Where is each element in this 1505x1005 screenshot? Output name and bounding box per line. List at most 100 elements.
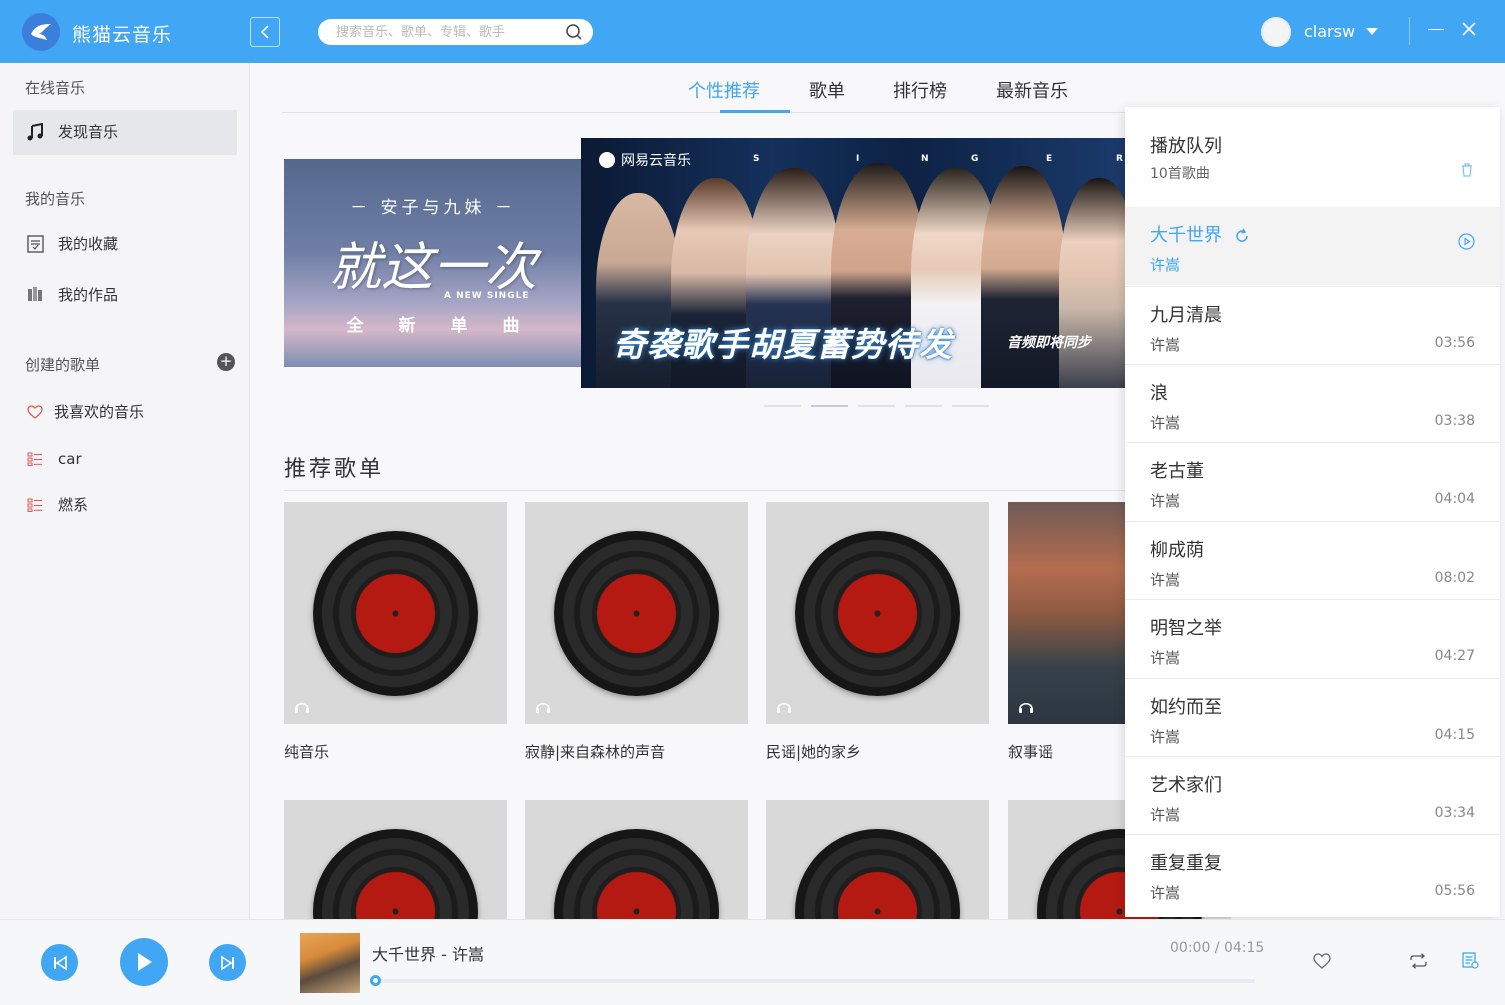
queue-count: 10首歌曲 <box>1150 166 1210 182</box>
queue-item[interactable]: 九月清晨 许嵩 03:56 <box>1125 286 1500 364</box>
queue-item[interactable]: 重复重复 许嵩 05:56 <box>1125 834 1500 912</box>
now-playing-cover[interactable] <box>300 933 360 993</box>
sidebar-item-liked[interactable]: 我喜欢的音乐 <box>25 401 144 422</box>
playlist-name[interactable]: 寂静|来自森林的声音 <box>525 741 748 762</box>
sidebar-item-works[interactable]: 我的作品 <box>25 284 118 305</box>
tab-playlists[interactable]: 歌单 <box>809 77 845 103</box>
sidebar-item-burning[interactable]: 燃系 <box>25 494 88 515</box>
queue-duration: 04:04 <box>1434 491 1475 507</box>
queue-item[interactable]: 艺术家们 许嵩 03:34 <box>1125 756 1500 834</box>
banner-slide-prev[interactable]: － 安子与九妹 － 就这一次 A NEW SINGLE 全新单曲 <box>284 159 582 367</box>
section-created: 创建的歌单 <box>25 356 101 374</box>
play-button[interactable] <box>120 938 168 986</box>
playlist-name[interactable]: 纯音乐 <box>284 741 507 762</box>
caret-down-icon[interactable] <box>1366 28 1378 36</box>
playlist-cover[interactable] <box>525 800 748 919</box>
sidebar: 在线音乐 发现音乐 我的音乐 我的收藏 我的作品 创建的歌单 + 我喜欢的音乐 … <box>0 63 250 919</box>
queue-icon[interactable] <box>1462 952 1479 969</box>
sidebar-item-label: 我的收藏 <box>58 235 119 253</box>
playlist-cover[interactable] <box>284 800 507 919</box>
banner-person <box>981 166 1066 388</box>
playback-time: 00:00 / 04:15 <box>1170 940 1265 956</box>
playlist-card[interactable]: 民谣|她的家乡 <box>766 502 989 762</box>
play-circle-icon[interactable] <box>1458 233 1475 250</box>
banner-letter: I <box>856 154 860 164</box>
queue-item[interactable]: 浪 许嵩 03:38 <box>1125 364 1500 442</box>
headphone-icon <box>536 702 550 713</box>
plus-icon[interactable]: + <box>217 353 235 371</box>
sidebar-item-discover[interactable]: 发现音乐 <box>25 121 118 142</box>
prev-button[interactable] <box>41 944 78 981</box>
playlist-card[interactable] <box>766 800 989 919</box>
minimize-icon[interactable] <box>1428 29 1444 30</box>
close-icon[interactable] <box>1460 20 1478 38</box>
sidebar-item-car[interactable]: car <box>25 449 82 469</box>
tab-new-music[interactable]: 最新音乐 <box>996 77 1068 103</box>
progress-handle[interactable] <box>370 975 381 986</box>
banner-dot[interactable] <box>905 405 942 407</box>
banner-dot[interactable] <box>764 405 801 407</box>
queue-duration: 05:56 <box>1434 883 1475 899</box>
queue-song-name: 明智之举 <box>1150 618 1222 639</box>
search-icon[interactable] <box>565 23 583 41</box>
playlist-card[interactable]: 纯音乐 <box>284 502 507 762</box>
tab-underline <box>720 110 790 113</box>
banner-letter: E <box>1046 154 1053 164</box>
queue-duration: 04:15 <box>1434 727 1475 743</box>
playlist-card[interactable] <box>525 800 748 919</box>
queue-item[interactable]: 老古董 许嵩 04:04 <box>1125 442 1500 520</box>
banner-dot-active[interactable] <box>811 405 848 407</box>
player-bar: 大千世界 - 许嵩 00:00 / 04:15 <box>0 919 1505 1005</box>
playlist-cover[interactable] <box>766 800 989 919</box>
vinyl-record-image <box>795 829 960 919</box>
playlist-cover[interactable] <box>525 502 748 724</box>
section-my-music: 我的音乐 <box>25 190 86 208</box>
playlist-name[interactable]: 民谣|她的家乡 <box>766 741 989 762</box>
prev-icon <box>53 955 67 970</box>
queue-item-current[interactable]: 大千世界 许嵩 <box>1125 207 1500 285</box>
back-icon <box>260 25 269 39</box>
playlist-card[interactable]: 寂静|来自森林的声音 <box>525 502 748 762</box>
logo-icon <box>22 13 60 51</box>
banner-caption: 奇袭歌手胡夏蓄势待发 <box>613 325 953 364</box>
queue-artist: 许嵩 <box>1150 884 1181 902</box>
title-bar: 熊猫云音乐 clarsw <box>0 0 1505 63</box>
vinyl-record-image <box>313 829 478 919</box>
search-box[interactable] <box>318 19 593 45</box>
next-button[interactable] <box>209 944 246 981</box>
playlist-card[interactable] <box>284 800 507 919</box>
queue-item[interactable]: 如约而至 许嵩 04:15 <box>1125 678 1500 756</box>
search-input[interactable] <box>336 24 565 40</box>
avatar[interactable] <box>1261 17 1291 47</box>
sidebar-item-favorites[interactable]: 我的收藏 <box>25 233 118 254</box>
divider <box>1409 17 1410 45</box>
queue-artist: 许嵩 <box>1150 336 1181 354</box>
tab-recommend[interactable]: 个性推荐 <box>688 77 760 103</box>
tab-charts[interactable]: 排行榜 <box>893 77 947 103</box>
playlist-cover[interactable] <box>284 502 507 724</box>
progress-bar[interactable] <box>370 975 1255 986</box>
heart-icon[interactable] <box>1313 953 1331 969</box>
trash-icon[interactable] <box>1461 163 1473 177</box>
banner-dot[interactable] <box>952 405 989 407</box>
queue-title: 播放队列 <box>1150 136 1222 157</box>
queue-item[interactable]: 柳成荫 许嵩 08:02 <box>1125 521 1500 599</box>
banner-title: 就这一次 <box>328 238 537 298</box>
banner-slide-current[interactable]: 网易云音乐 S I N G E R 奇袭歌手胡夏蓄势待发 音频即将同步 <box>581 138 1126 388</box>
queue-song-name: 如约而至 <box>1150 697 1222 718</box>
queue-song-name: 艺术家们 <box>1150 775 1222 796</box>
banner-dot[interactable] <box>858 405 895 407</box>
queue-item[interactable]: 明智之举 许嵩 04:27 <box>1125 599 1500 677</box>
collection-icon <box>25 234 45 254</box>
back-button[interactable] <box>250 17 280 47</box>
tab-bar: 个性推荐 歌单 排行榜 最新音乐 <box>282 63 1372 113</box>
playlist-cover[interactable] <box>766 502 989 724</box>
user-name[interactable]: clarsw <box>1304 22 1355 41</box>
queue-song-name: 浪 <box>1150 383 1168 404</box>
repeat-icon[interactable] <box>1409 953 1428 969</box>
banner-letter: G <box>971 154 979 164</box>
sidebar-item-label: car <box>58 450 82 468</box>
headphone-icon <box>1019 702 1033 713</box>
queue-song-name: 九月清晨 <box>1150 305 1222 326</box>
vinyl-record-image <box>554 829 719 919</box>
